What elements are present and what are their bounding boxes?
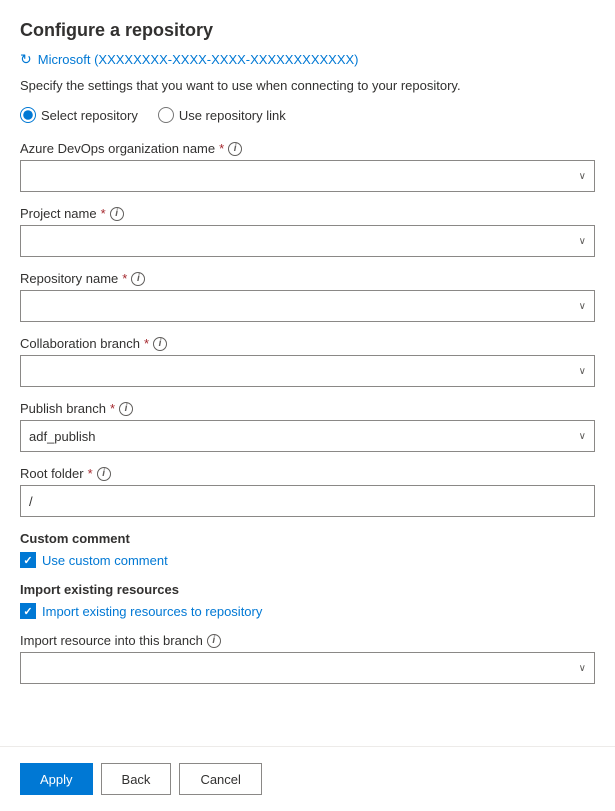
root-folder-label: Root folder * i — [20, 466, 595, 481]
import-branch-chevron: ∨ — [579, 663, 586, 674]
root-folder-label-text: Root folder — [20, 466, 84, 481]
project-name-label: Project name * i — [20, 206, 595, 221]
org-row: ↻ Microsoft (XXXXXXXX-XXXX-XXXX-XXXXXXXX… — [20, 51, 595, 68]
radio-select-repository-label: Select repository — [41, 108, 138, 123]
azure-devops-org-required: * — [219, 141, 224, 156]
project-name-label-text: Project name — [20, 206, 97, 221]
azure-devops-org-info-icon[interactable]: i — [228, 142, 242, 156]
publish-branch-value: adf_publish — [29, 429, 96, 444]
root-folder-input[interactable] — [20, 485, 595, 517]
apply-button[interactable]: Apply — [20, 763, 93, 795]
azure-devops-org-chevron: ∨ — [579, 171, 586, 182]
publish-branch-required: * — [110, 401, 115, 416]
root-folder-required: * — [88, 466, 93, 481]
repository-name-dropdown[interactable]: ∨ — [20, 290, 595, 322]
azure-devops-org-label: Azure DevOps organization name * i — [20, 141, 595, 156]
repository-name-required: * — [122, 271, 127, 286]
project-name-chevron: ∨ — [579, 236, 586, 247]
custom-comment-section-label: Custom comment — [20, 531, 595, 546]
publish-branch-dropdown[interactable]: adf_publish ∨ — [20, 420, 595, 452]
description-text: Specify the settings that you want to us… — [20, 78, 595, 93]
radio-select-repository-input[interactable] — [20, 107, 36, 123]
import-branch-dropdown[interactable]: ∨ — [20, 652, 595, 684]
import-resources-checkmark: ✓ — [23, 605, 32, 618]
custom-comment-checkbox-box: ✓ — [20, 552, 36, 568]
import-resources-checkbox-box: ✓ — [20, 603, 36, 619]
radio-use-link-label: Use repository link — [179, 108, 286, 123]
collaboration-branch-field: Collaboration branch * i ∨ — [20, 336, 595, 387]
collaboration-branch-dropdown[interactable]: ∨ — [20, 355, 595, 387]
radio-select-repository[interactable]: Select repository — [20, 107, 138, 123]
import-branch-info-icon[interactable]: i — [207, 634, 221, 648]
custom-comment-checkbox-label: Use custom comment — [42, 553, 168, 568]
back-button[interactable]: Back — [101, 763, 172, 795]
root-folder-info-icon[interactable]: i — [97, 467, 111, 481]
import-resources-section-label: Import existing resources — [20, 582, 595, 597]
publish-branch-chevron: ∨ — [579, 431, 586, 442]
refresh-icon: ↻ — [20, 51, 32, 68]
repository-name-chevron: ∨ — [579, 301, 586, 312]
custom-comment-checkmark: ✓ — [23, 554, 32, 567]
publish-branch-label-text: Publish branch — [20, 401, 106, 416]
import-branch-label-text: Import resource into this branch — [20, 633, 203, 648]
publish-branch-info-icon[interactable]: i — [119, 402, 133, 416]
collaboration-branch-label: Collaboration branch * i — [20, 336, 595, 351]
repository-name-field: Repository name * i ∨ — [20, 271, 595, 322]
import-branch-label: Import resource into this branch i — [20, 633, 595, 648]
project-name-field: Project name * i ∨ — [20, 206, 595, 257]
collaboration-branch-info-icon[interactable]: i — [153, 337, 167, 351]
import-resources-checkbox[interactable]: ✓ Import existing resources to repositor… — [20, 603, 595, 619]
cancel-button[interactable]: Cancel — [179, 763, 261, 795]
radio-group: Select repository Use repository link — [20, 107, 595, 123]
azure-devops-org-dropdown[interactable]: ∨ — [20, 160, 595, 192]
publish-branch-label: Publish branch * i — [20, 401, 595, 416]
project-name-required: * — [101, 206, 106, 221]
radio-use-link[interactable]: Use repository link — [158, 107, 286, 123]
org-name: Microsoft (XXXXXXXX-XXXX-XXXX-XXXXXXXXXX… — [38, 52, 359, 67]
project-name-info-icon[interactable]: i — [110, 207, 124, 221]
import-resources-checkbox-label: Import existing resources to repository — [42, 604, 262, 619]
collaboration-branch-required: * — [144, 336, 149, 351]
page-title: Configure a repository — [20, 20, 595, 41]
project-name-dropdown[interactable]: ∨ — [20, 225, 595, 257]
repository-name-label-text: Repository name — [20, 271, 118, 286]
custom-comment-checkbox[interactable]: ✓ Use custom comment — [20, 552, 595, 568]
azure-devops-org-label-text: Azure DevOps organization name — [20, 141, 215, 156]
collaboration-branch-chevron: ∨ — [579, 366, 586, 377]
radio-use-link-input[interactable] — [158, 107, 174, 123]
import-branch-field: Import resource into this branch i ∨ — [20, 633, 595, 684]
root-folder-field: Root folder * i — [20, 466, 595, 517]
repository-name-label: Repository name * i — [20, 271, 595, 286]
footer: Apply Back Cancel — [20, 747, 595, 811]
publish-branch-field: Publish branch * i adf_publish ∨ — [20, 401, 595, 452]
custom-comment-group: Custom comment ✓ Use custom comment — [20, 531, 595, 568]
collaboration-branch-label-text: Collaboration branch — [20, 336, 140, 351]
page-wrapper: Configure a repository ↻ Microsoft (XXXX… — [0, 0, 615, 811]
azure-devops-org-field: Azure DevOps organization name * i ∨ — [20, 141, 595, 192]
import-resources-group: Import existing resources ✓ Import exist… — [20, 582, 595, 619]
repository-name-info-icon[interactable]: i — [131, 272, 145, 286]
